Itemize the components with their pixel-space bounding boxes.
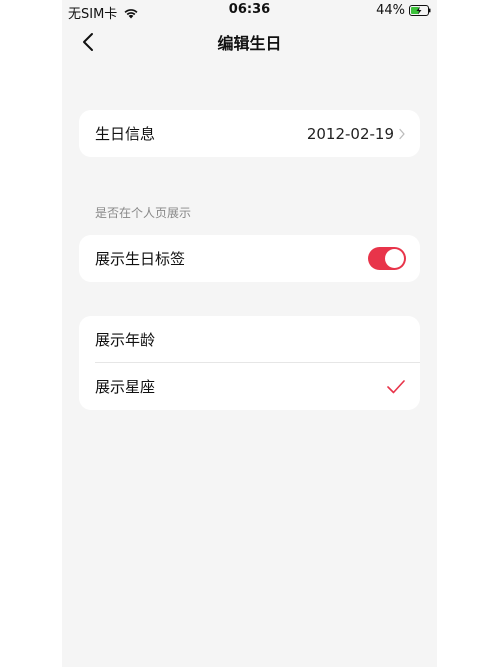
chevron-right-icon: [399, 128, 405, 139]
option-show-age[interactable]: 展示年龄: [79, 316, 420, 363]
checkmark-icon: [387, 379, 405, 393]
show-birthday-tag-toggle[interactable]: [368, 247, 406, 270]
birthday-info-card[interactable]: 生日信息 2012-02-19: [79, 110, 420, 157]
show-birthday-tag-row: 展示生日标签: [79, 235, 420, 282]
show-birthday-tag-card: 展示生日标签: [79, 235, 420, 282]
display-options-card: 展示年龄 展示星座: [79, 316, 420, 410]
battery-percent: 44%: [376, 3, 405, 18]
birthday-info-row[interactable]: 生日信息 2012-02-19: [79, 110, 420, 157]
birthday-info-label: 生日信息: [95, 125, 156, 143]
battery-charging-icon: [409, 5, 431, 16]
show-birthday-tag-label: 展示生日标签: [95, 250, 186, 268]
option-show-zodiac-label: 展示星座: [95, 378, 156, 396]
page-title: 编辑生日: [217, 34, 282, 53]
birthday-date-value: 2012-02-19: [306, 124, 394, 143]
nav-bar: 编辑生日: [62, 20, 437, 64]
phone-screen: 无SIM卡 06:36 44% 编辑生日 生日信息 2012-02-19 是否在…: [62, 0, 437, 667]
status-right: 44%: [376, 3, 431, 18]
toggle-knob: [385, 249, 404, 268]
option-show-age-label: 展示年龄: [95, 331, 156, 349]
status-bar: 无SIM卡 06:36 44%: [62, 0, 437, 22]
option-show-zodiac[interactable]: 展示星座: [79, 363, 420, 410]
section-caption: 是否在个人页展示: [95, 206, 192, 220]
